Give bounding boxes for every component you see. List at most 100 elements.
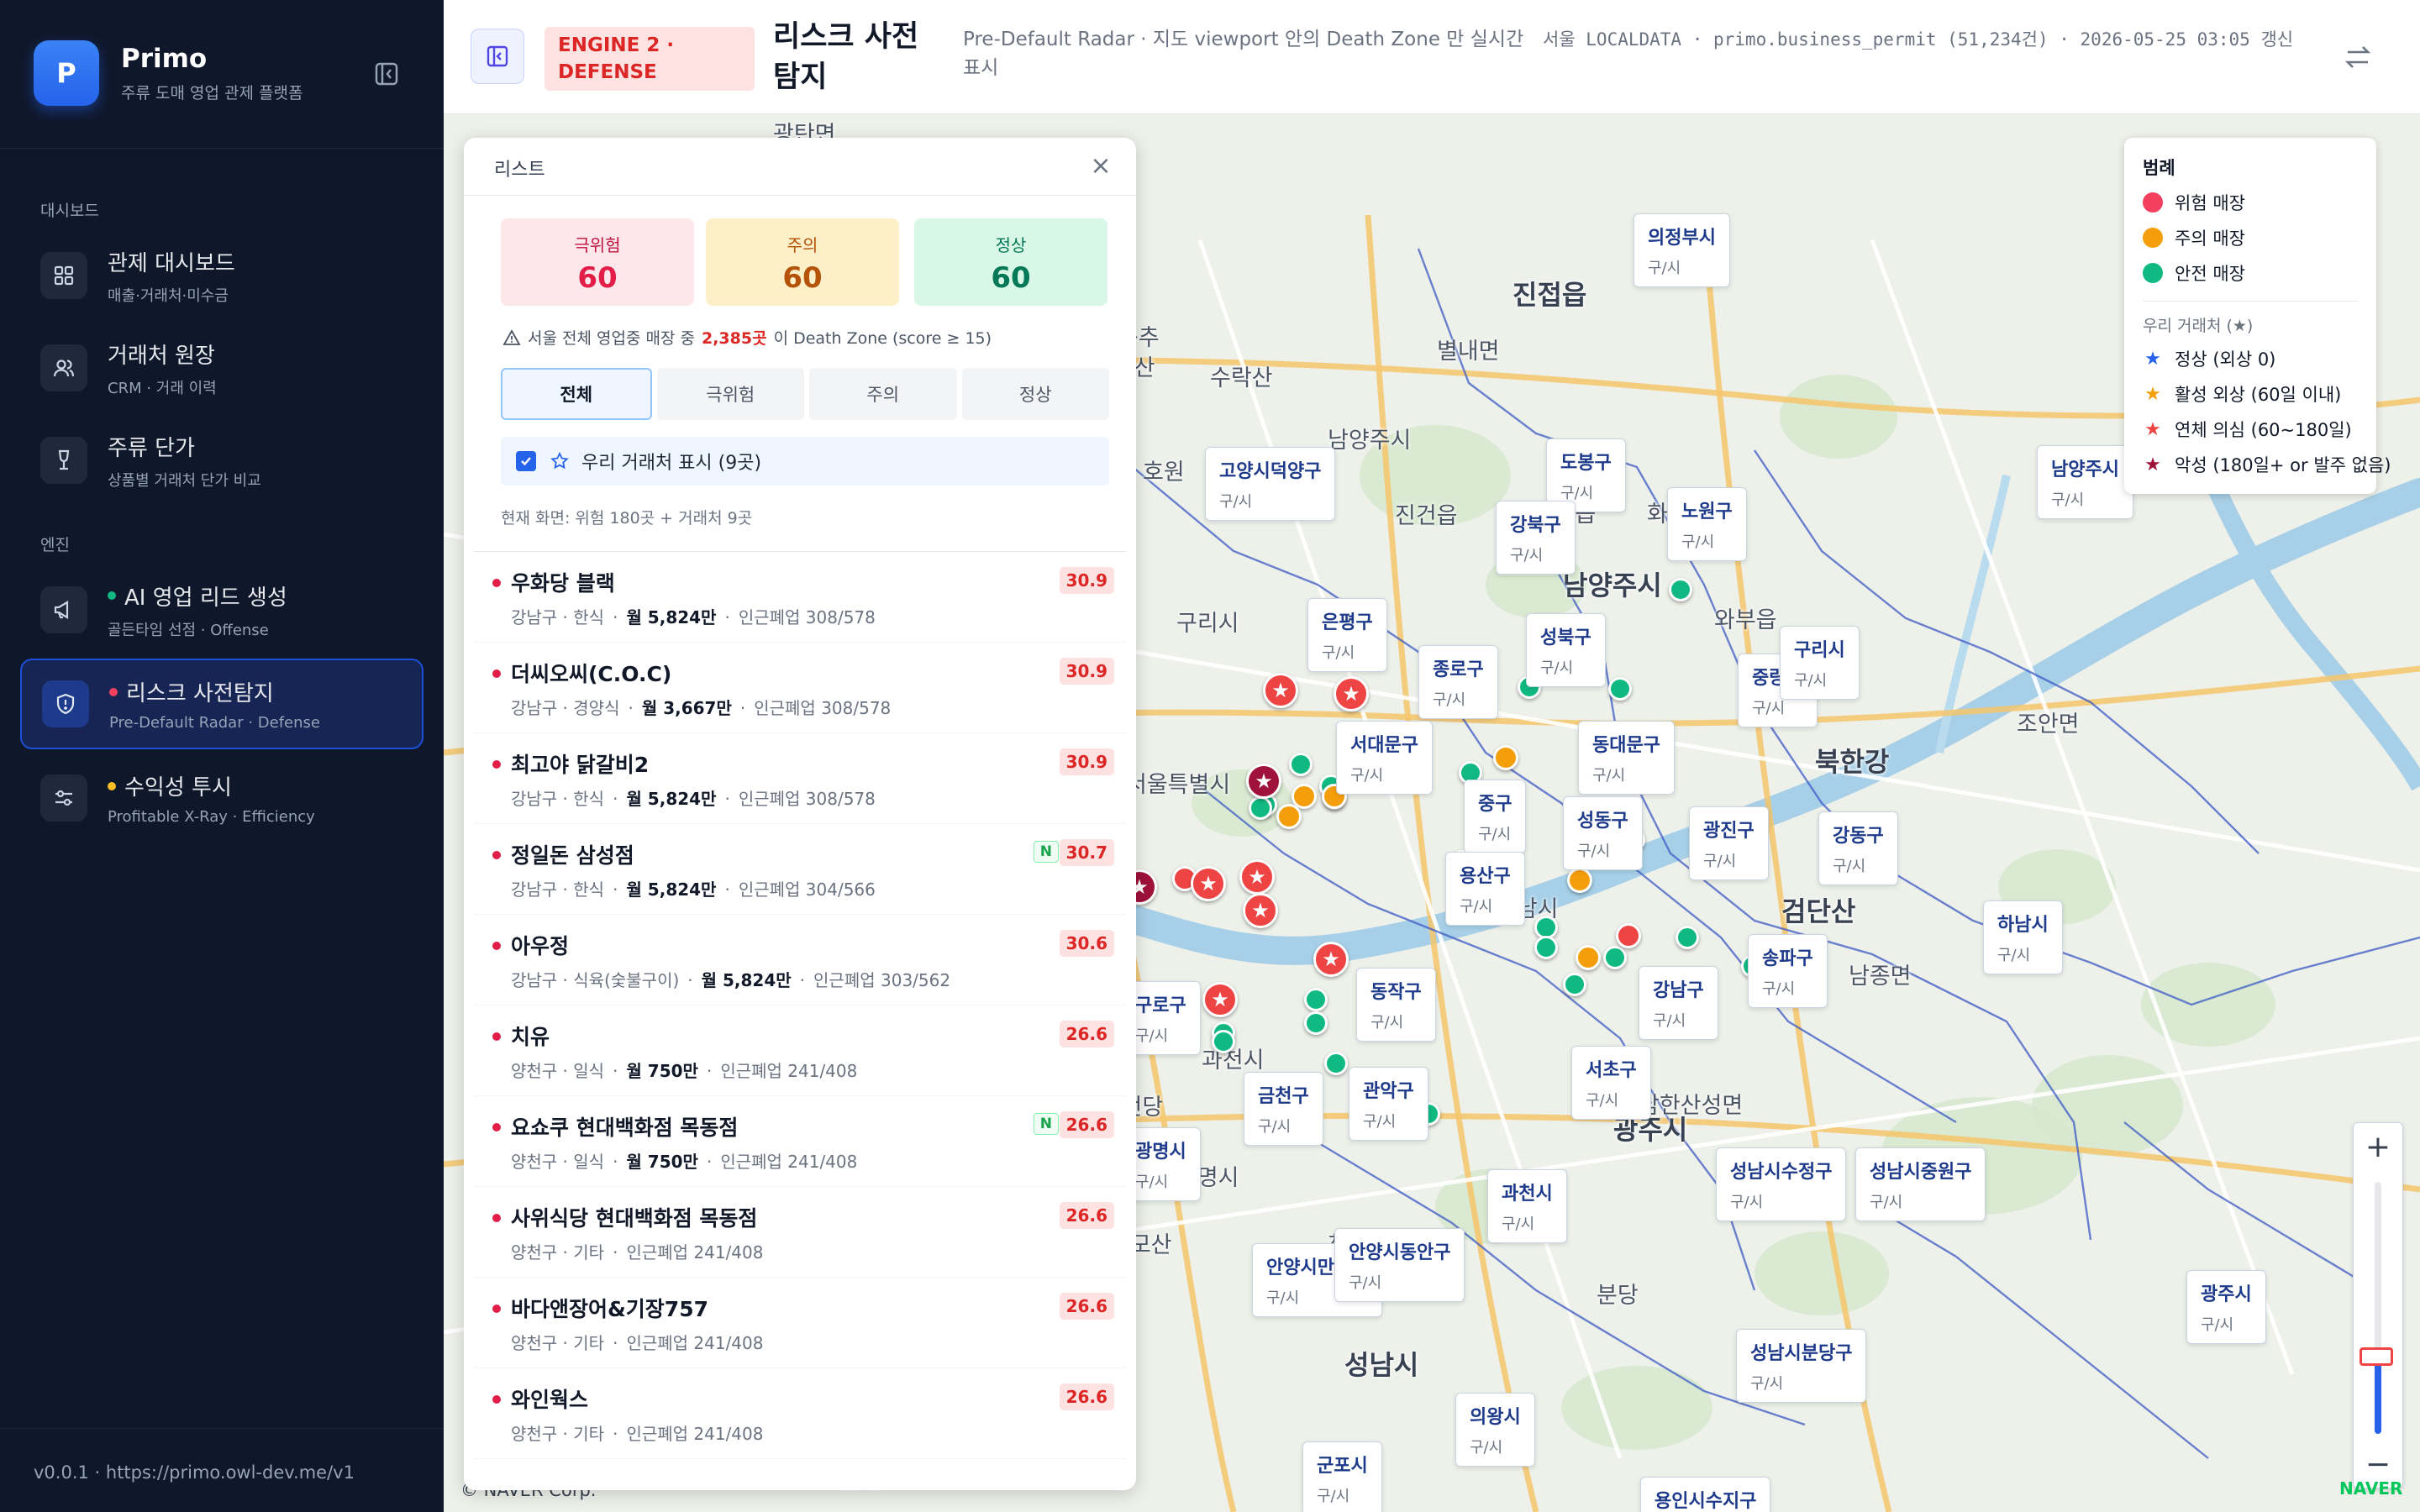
caution-store-marker[interactable]: [1493, 745, 1518, 770]
caution-store-marker[interactable]: [1567, 868, 1592, 893]
district-label[interactable]: 광주시 구/시: [2186, 1270, 2266, 1344]
district-label[interactable]: 하남시 구/시: [1983, 900, 2063, 974]
item-name: 바다앤장어&기장757: [511, 1297, 708, 1321]
client-star-marker[interactable]: ★: [1243, 893, 1278, 928]
safe-store-marker[interactable]: [1212, 1030, 1235, 1053]
safe-store-marker[interactable]: [1608, 677, 1632, 701]
district-label[interactable]: 용산구 구/시: [1445, 852, 1525, 926]
close-icon[interactable]: ×: [1086, 151, 1116, 181]
list-item[interactable]: 정일돈 삼성점 강남구 · 한식 · 월 5,824만 · 인근폐업 304/566 N 30…: [474, 824, 1126, 915]
show-our-clients-toggle[interactable]: 우리 거래처 표시 (9곳): [501, 437, 1109, 486]
danger-store-marker[interactable]: [1616, 923, 1641, 948]
client-star-marker[interactable]: ★: [1246, 764, 1281, 799]
district-label[interactable]: 과천시 구/시: [1487, 1169, 1567, 1243]
stat-caution[interactable]: 주의 60: [706, 218, 899, 306]
client-star-marker[interactable]: ★: [1334, 676, 1369, 711]
district-label[interactable]: 의왕시 구/시: [1455, 1393, 1535, 1467]
swap-arrows-icon[interactable]: [2339, 39, 2376, 76]
district-label[interactable]: 강동구 구/시: [1818, 811, 1898, 885]
client-star-marker[interactable]: ★: [1239, 859, 1275, 895]
engine-badge: ENGINE 2 · DEFENSE: [544, 27, 755, 91]
zoom-slider-thumb[interactable]: [2360, 1347, 2393, 1366]
panel-toggle-icon[interactable]: [471, 29, 524, 84]
nav-item-dashboard[interactable]: 관제 대시보드 매출·거래처·미수금: [20, 230, 424, 321]
safe-store-marker[interactable]: [1304, 1011, 1328, 1035]
sidebar-collapse-icon[interactable]: [370, 59, 403, 89]
district-label[interactable]: 동작구 구/시: [1356, 968, 1436, 1042]
district-label[interactable]: 성남시중원구 구/시: [1855, 1147, 1986, 1221]
tab-critical[interactable]: 극위험: [656, 368, 804, 420]
district-label[interactable]: 성북구 구/시: [1526, 613, 1606, 687]
client-star-marker[interactable]: ★: [1202, 982, 1238, 1017]
district-label[interactable]: 구리시 구/시: [1780, 626, 1860, 700]
safe-store-marker[interactable]: [1249, 796, 1272, 820]
district-label[interactable]: 관악구 구/시: [1349, 1067, 1428, 1141]
district-label[interactable]: 고양시덕양구 구/시: [1205, 447, 1336, 521]
sidebar-footer[interactable]: v0.0.1 · https://primo.owl-dev.me/v1: [0, 1428, 444, 1483]
list-item[interactable]: 아우정 강남구 · 식육(숯불구이) · 월 5,824만 · 인근폐업 303/562 3…: [474, 915, 1126, 1005]
district-label[interactable]: 안양시동안구 구/시: [1334, 1228, 1465, 1302]
warning-prefix: 서울 전체 영업중 매장 중: [528, 329, 695, 348]
safe-store-marker[interactable]: [1534, 936, 1558, 959]
district-label[interactable]: 동대문구 구/시: [1578, 721, 1675, 795]
safe-store-marker[interactable]: [1669, 578, 1692, 601]
stat-critical[interactable]: 극위험 60: [501, 218, 694, 306]
caution-store-marker[interactable]: [1576, 945, 1601, 970]
district-label[interactable]: 은평구 구/시: [1307, 598, 1387, 672]
district-label[interactable]: 성남시수정구 구/시: [1716, 1147, 1847, 1221]
checkbox-checked[interactable]: [516, 451, 536, 471]
client-star-marker[interactable]: ★: [1191, 866, 1226, 901]
district-name: 남양주시: [2051, 459, 2119, 480]
page-description: Pre-Default Radar · 지도 viewport 안의 Death…: [963, 29, 1524, 79]
nav-item-risk-detection[interactable]: 리스크 사전탐지 Pre-Default Radar · Defense: [20, 659, 424, 749]
safe-store-marker[interactable]: [1304, 988, 1328, 1011]
safe-store-marker[interactable]: [1324, 1052, 1348, 1075]
district-label[interactable]: 남양주시 구/시: [2037, 445, 2133, 519]
nav-item-ledger[interactable]: 거래처 원장 CRM · 거래 이력: [20, 323, 424, 413]
safe-store-marker[interactable]: [1676, 926, 1699, 949]
safe-store-marker[interactable]: [1603, 946, 1627, 969]
nav-item-profitability[interactable]: 수익성 투시 Profitable X-Ray · Efficiency: [20, 753, 424, 843]
stat-normal[interactable]: 정상 60: [914, 218, 1107, 306]
district-label[interactable]: 의정부시 구/시: [1634, 213, 1730, 287]
district-label[interactable]: 서대문구 구/시: [1336, 721, 1433, 795]
tab-caution[interactable]: 주의: [809, 368, 957, 420]
district-label[interactable]: 군포시 구/시: [1302, 1441, 1382, 1512]
tab-normal[interactable]: 정상: [961, 368, 1109, 420]
list-item[interactable]: 최고야 닭갈비2 강남구 · 한식 · 월 5,824만 · 인근폐업 308/578 30…: [474, 733, 1126, 824]
list-item[interactable]: 더씨오씨(C.O.C) 강남구 · 경양식 · 월 3,667만 · 인근폐업 308/5…: [474, 643, 1126, 733]
stat-label: 극위험: [574, 235, 621, 255]
district-label[interactable]: 성남시분당구 구/시: [1736, 1329, 1867, 1403]
district-label[interactable]: 성동구 구/시: [1563, 796, 1643, 870]
brand[interactable]: P Primo 주류 도매 영업 관제 플랫폼: [34, 40, 302, 106]
district-label[interactable]: 금천구 구/시: [1244, 1072, 1323, 1146]
district-label[interactable]: 중구 구/시: [1464, 780, 1527, 853]
list-item[interactable]: 사위식당 현대백화점 목동점 양천구 · 기타 · 인근폐업 241/408 26.6: [474, 1187, 1126, 1278]
district-label[interactable]: 노원구 구/시: [1667, 487, 1747, 561]
list-item[interactable]: 치유 양천구 · 일식 · 월 750만 · 인근폐업 241/408 26.6: [474, 1005, 1126, 1096]
item-meta: 양천구 · 기타 · 인근폐업 241/408: [511, 1424, 764, 1444]
zoom-slider[interactable]: [2375, 1182, 2381, 1434]
district-label[interactable]: 광진구 구/시: [1689, 806, 1769, 880]
list-item[interactable]: 와인웍스 양천구 · 기타 · 인근폐업 241/408 26.6: [474, 1368, 1126, 1459]
district-label[interactable]: 강북구 구/시: [1496, 501, 1576, 575]
client-star-marker[interactable]: ★: [1263, 673, 1298, 708]
caution-store-marker[interactable]: [1276, 804, 1302, 829]
district-label[interactable]: 종로구 구/시: [1418, 645, 1498, 719]
list-item[interactable]: 우화당 블랙 강남구 · 한식 · 월 5,824만 · 인근폐업 308/578 30.9: [474, 552, 1126, 643]
district-label[interactable]: 용인시수지구구/시: [1640, 1477, 1771, 1512]
safe-store-marker[interactable]: [1563, 973, 1586, 996]
nav-item-lead-generation[interactable]: AI 영업 리드 생성 골든타임 선점 · Offense: [20, 564, 424, 655]
nav-item-pricing[interactable]: 주류 단가 상품별 거래처 단가 비교: [20, 415, 424, 506]
district-label[interactable]: 강남구 구/시: [1639, 966, 1718, 1040]
safe-store-marker[interactable]: [1289, 753, 1313, 776]
list-item[interactable]: 바다앤장어&기장757 양천구 · 기타 · 인근폐업 241/408 26.6: [474, 1278, 1126, 1368]
district-label[interactable]: 송파구 구/시: [1748, 934, 1828, 1008]
client-star-marker[interactable]: ★: [1313, 942, 1349, 977]
district-label[interactable]: 서초구 구/시: [1571, 1046, 1651, 1120]
users-icon: [40, 344, 87, 391]
item-meta: 양천구 · 일식 · 월 750만 · 인근폐업 241/408: [511, 1152, 858, 1172]
tab-all[interactable]: 전체: [501, 368, 652, 420]
list-item[interactable]: 요쇼쿠 현대백화점 목동점 양천구 · 일식 · 월 750만 · 인근폐업 241/40…: [474, 1096, 1126, 1187]
zoom-in-button[interactable]: +: [2354, 1123, 2402, 1170]
